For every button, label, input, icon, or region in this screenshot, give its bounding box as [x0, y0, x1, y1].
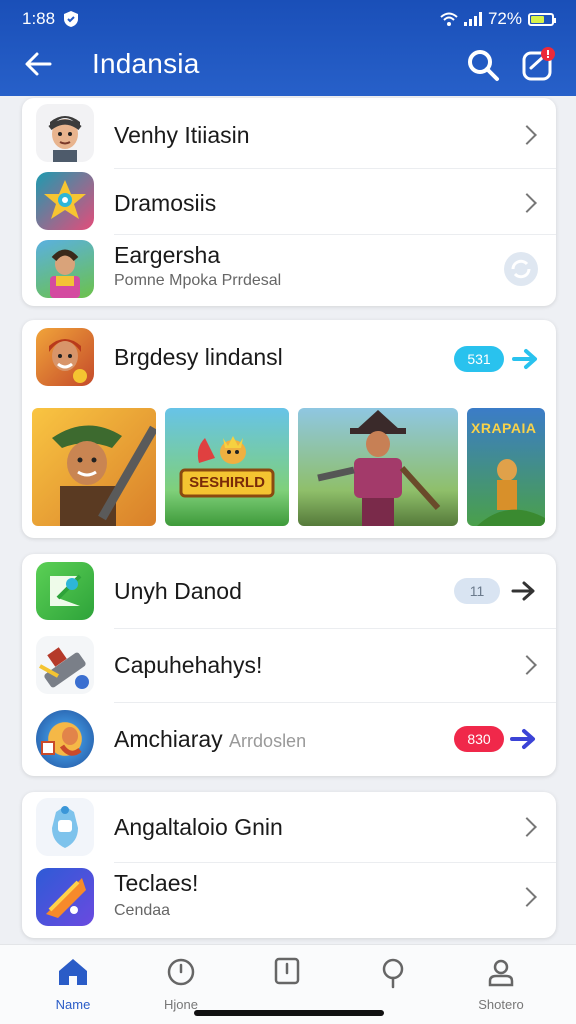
nav-item-profile[interactable]: Shotero — [456, 957, 546, 1012]
nav-item-home[interactable]: Name — [28, 957, 118, 1012]
chevron-right-icon — [517, 193, 537, 213]
home-icon — [59, 959, 87, 985]
avatar — [36, 104, 94, 162]
chevron-right-icon — [517, 887, 537, 907]
list-item-label: Venhy Itiiasin — [114, 122, 250, 148]
app-icon — [36, 798, 94, 856]
list-item[interactable]: Dramosiis — [22, 168, 556, 234]
list-item-label: Angaltaloio Gnin — [114, 814, 283, 840]
card-apps-3: Angaltaloio Gnin Teclaes! Cendaa — [22, 792, 556, 938]
status-time: 1:88 — [22, 9, 56, 28]
battery-icon — [528, 12, 556, 26]
battery-percent: 72% — [487, 9, 522, 28]
profile-icon — [488, 959, 514, 987]
pin-icon — [382, 958, 404, 989]
list-item[interactable]: Brgdesy lindansl 531 — [22, 320, 556, 400]
card-apps-1: Venhy Itiiasin Dramosiis Eargersha Pomne… — [22, 98, 556, 306]
list-item[interactable]: Angaltaloio Gnin — [22, 792, 556, 862]
list-item-label: Teclaes! — [114, 870, 199, 896]
list-item-subtitle: Pomne Mpoka Prrdesal — [114, 272, 282, 289]
nav-item-pin[interactable] — [348, 957, 438, 999]
shield-icon — [64, 11, 79, 27]
nav-label: Hjone — [164, 997, 198, 1012]
nav-label: Name — [55, 997, 91, 1012]
app-icon — [36, 868, 94, 926]
count-badge: 11 — [454, 578, 500, 604]
list-item-faded-text: Arrdoslen — [229, 731, 307, 751]
arrow-right-icon[interactable] — [510, 579, 538, 603]
list-item[interactable]: Amchiaray Arrdoslen 830 — [22, 702, 556, 776]
app-icon — [36, 240, 94, 298]
list-item[interactable]: Capuhehahys! — [22, 628, 556, 702]
app-icon — [36, 710, 94, 768]
page-title: Indansia — [92, 48, 200, 79]
list-item-label: Capuhehahys! — [114, 652, 263, 678]
nav-label: Shotero — [478, 997, 524, 1012]
app-icon — [36, 172, 94, 230]
nav-item-clock[interactable]: Hjone — [136, 957, 226, 1012]
count-badge: 531 — [454, 346, 504, 372]
avatar — [36, 328, 94, 386]
status-bar: 1:88 72% — [22, 8, 556, 30]
chevron-right-icon — [517, 655, 537, 675]
list-item[interactable]: Venhy Itiiasin — [22, 98, 556, 168]
card-featured: Brgdesy lindansl 531 SESHIRLD XRAPAIA — [22, 320, 556, 538]
app-icon — [36, 562, 94, 620]
list-item-label: Dramosiis — [114, 190, 217, 216]
banner-title: SESHIRLD — [189, 474, 265, 491]
list-item-label: Unyh Danod — [114, 578, 242, 604]
home-indicator — [194, 1010, 384, 1016]
banner-title: XRAPAIA — [471, 420, 537, 436]
count-badge: 830 — [454, 726, 504, 752]
list-item-label: Eargersha — [114, 242, 221, 268]
card-apps-2: Unyh Danod 11 Capuhehahys! Amchiaray Arr… — [22, 554, 556, 776]
app-header: 1:88 72% Indansia — [0, 0, 576, 96]
section-title: Brgdesy lindansl — [114, 344, 283, 370]
back-arrow-icon[interactable] — [22, 48, 54, 80]
chevron-right-icon — [517, 817, 537, 837]
wifi-icon — [440, 12, 458, 26]
list-item[interactable]: Teclaes! Cendaa — [22, 862, 556, 938]
game-banner[interactable]: XRAPAIA — [467, 408, 545, 526]
notification-icon[interactable] — [520, 46, 556, 82]
list-item-subtitle: Cendaa — [114, 902, 171, 919]
game-banner[interactable] — [298, 408, 458, 526]
chevron-right-icon — [517, 125, 537, 145]
list-item-label: Amchiaray Arrdoslen — [114, 726, 307, 752]
game-banner[interactable] — [32, 408, 156, 526]
sync-icon[interactable] — [502, 250, 540, 288]
clock-icon — [167, 958, 195, 986]
list-item[interactable]: Eargersha Pomne Mpoka Prrdesal — [22, 234, 556, 306]
arrow-right-icon[interactable] — [512, 347, 540, 371]
nav-item-tablet[interactable] — [242, 957, 332, 997]
list-item[interactable]: Unyh Danod 11 — [22, 554, 556, 628]
arrow-right-icon[interactable] — [510, 727, 538, 751]
game-banner[interactable]: SESHIRLD — [165, 408, 289, 526]
app-icon — [36, 636, 94, 694]
tablet-icon — [274, 957, 300, 985]
signal-icon — [463, 12, 482, 26]
search-icon[interactable] — [466, 48, 500, 82]
